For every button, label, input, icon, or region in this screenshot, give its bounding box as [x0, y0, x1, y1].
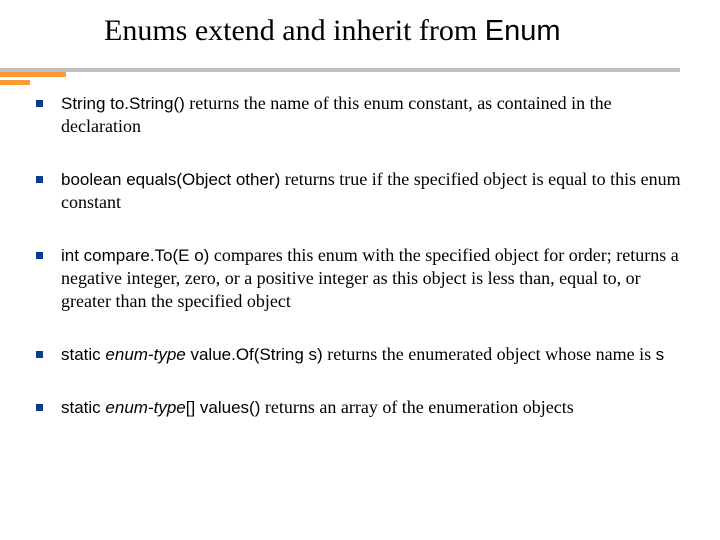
title-mono: Enum: [485, 15, 561, 47]
bar-grey: [0, 68, 680, 72]
list-item: String to.String() returns the name of t…: [36, 92, 690, 138]
code-span: [] values(): [186, 398, 261, 417]
code-span: s: [656, 345, 665, 364]
content-area: String to.String() returns the name of t…: [36, 92, 690, 449]
decorative-bars: [0, 68, 720, 82]
code-span: static: [61, 398, 105, 417]
bar-orange-long: [0, 72, 66, 77]
list-item: static enum-type value.Of(String s) retu…: [36, 343, 690, 366]
code-span: value.Of(String s): [186, 345, 323, 364]
item-text: boolean equals(Object other) returns tru…: [61, 168, 690, 214]
item-text: static enum-type[] values() returns an a…: [61, 396, 690, 419]
code-italic-span: enum-type: [105, 345, 185, 364]
item-text: static enum-type value.Of(String s) retu…: [61, 343, 690, 366]
code-span: int compare.To(E o): [61, 246, 209, 265]
text-span: returns the enumerated object whose name…: [323, 344, 656, 364]
slide-title: Enums extend and inherit from Enum: [104, 14, 720, 49]
square-bullet-icon: [36, 176, 43, 183]
list-item: boolean equals(Object other) returns tru…: [36, 168, 690, 214]
code-span: static: [61, 345, 105, 364]
square-bullet-icon: [36, 351, 43, 358]
square-bullet-icon: [36, 404, 43, 411]
list-item: int compare.To(E o) compares this enum w…: [36, 244, 690, 313]
text-span: returns an array of the enumeration obje…: [260, 397, 573, 417]
title-block: Enums extend and inherit from Enum: [0, 14, 720, 49]
list-item: static enum-type[] values() returns an a…: [36, 396, 690, 419]
code-span: boolean equals(Object other): [61, 170, 280, 189]
bar-orange-short: [0, 80, 30, 85]
code-span: String to.String(): [61, 94, 185, 113]
square-bullet-icon: [36, 100, 43, 107]
square-bullet-icon: [36, 252, 43, 259]
code-italic-span: enum-type: [105, 398, 185, 417]
item-text: String to.String() returns the name of t…: [61, 92, 690, 138]
item-text: int compare.To(E o) compares this enum w…: [61, 244, 690, 313]
title-prefix: Enums extend and inherit from: [104, 14, 485, 47]
